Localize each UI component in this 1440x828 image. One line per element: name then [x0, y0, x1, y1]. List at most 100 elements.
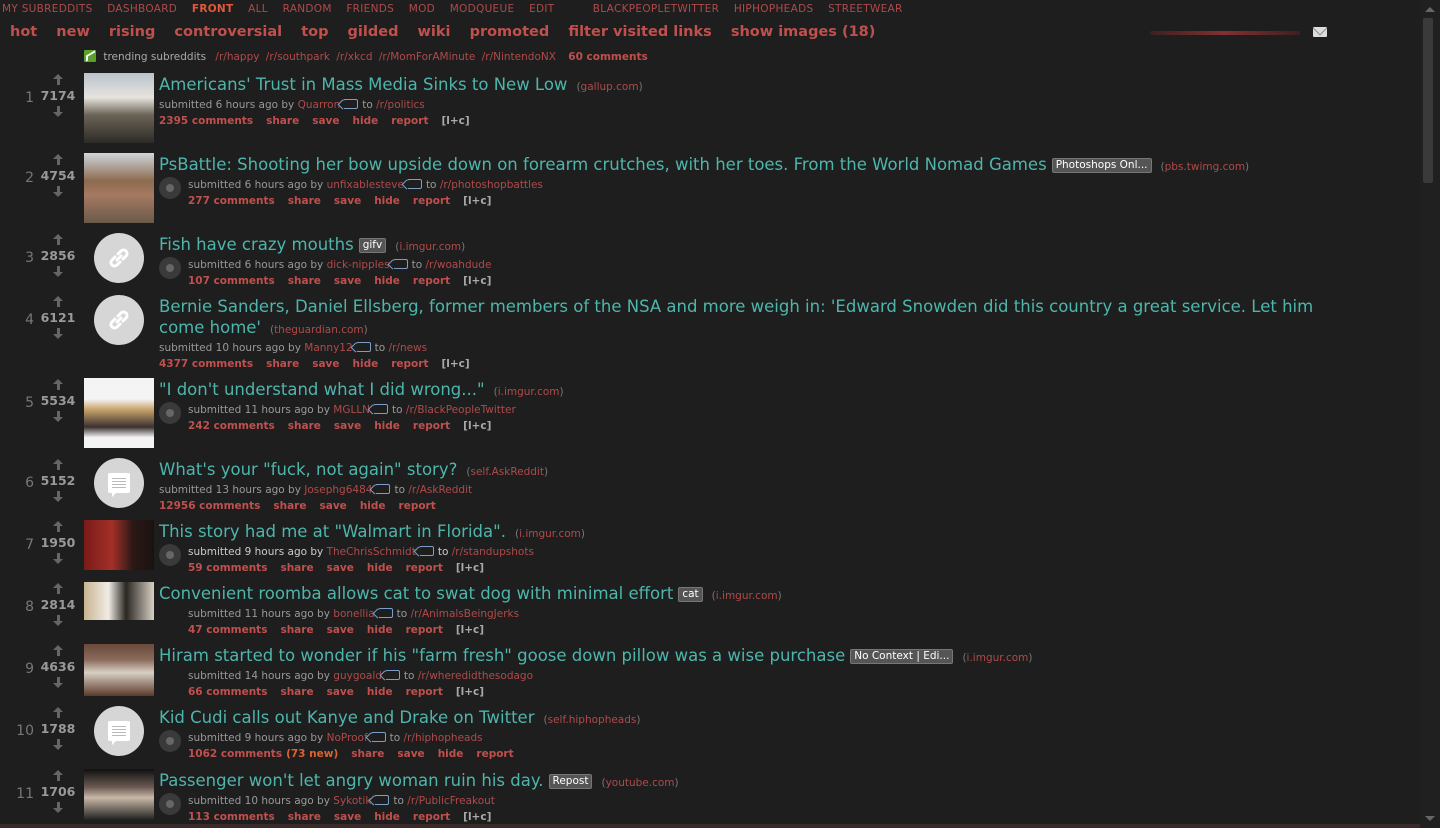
save-button[interactable]: save: [334, 420, 361, 432]
user-tag-icon[interactable]: [392, 259, 408, 269]
hide-button[interactable]: hide: [438, 748, 464, 760]
comments-link[interactable]: 66 comments: [188, 686, 267, 698]
post-subreddit-link[interactable]: /r/woahdude: [425, 259, 491, 271]
post-title-link[interactable]: Americans' Trust in Mass Media Sinks to …: [159, 75, 567, 94]
upvote-arrow-icon[interactable]: [52, 296, 64, 307]
topbar-sub-blackpeopletwitter[interactable]: BLACKPEOPLETWITTER: [593, 3, 719, 15]
share-button[interactable]: share: [266, 358, 299, 370]
share-button[interactable]: share: [266, 115, 299, 127]
hide-button[interactable]: hide: [367, 624, 393, 636]
upvote-arrow-icon[interactable]: [52, 770, 64, 781]
post-author-link[interactable]: bonellia: [333, 608, 374, 620]
post-author-link[interactable]: Manny12: [304, 342, 352, 354]
report-button[interactable]: report: [413, 811, 450, 823]
expando-button[interactable]: [l+c]: [456, 624, 484, 636]
topbar-sub-hiphopheads[interactable]: HIPHOPHEADS: [734, 3, 814, 15]
user-tag-icon[interactable]: [377, 608, 393, 618]
downvote-arrow-icon[interactable]: [52, 739, 64, 750]
post-thumbnail[interactable]: [84, 644, 154, 696]
post-author-link[interactable]: TheChrisSchmidt: [327, 546, 416, 558]
report-button[interactable]: report: [413, 195, 450, 207]
tab-wiki[interactable]: wiki: [418, 24, 451, 40]
hide-button[interactable]: hide: [374, 275, 400, 287]
user-tag-icon[interactable]: [406, 179, 422, 189]
user-tag-icon[interactable]: [384, 670, 400, 680]
user-tag-icon[interactable]: [373, 404, 389, 414]
report-button[interactable]: report: [391, 115, 428, 127]
report-button[interactable]: report: [406, 686, 443, 698]
topbar-all[interactable]: ALL: [248, 3, 268, 15]
scroll-thumb[interactable]: [1423, 18, 1433, 183]
trending-sub-link[interactable]: /r/xkcd: [336, 51, 372, 63]
tab-new[interactable]: new: [56, 24, 90, 40]
expando-button[interactable]: [l+c]: [463, 195, 491, 207]
scroll-down-arrow-icon[interactable]: [1425, 816, 1435, 821]
mail-icon[interactable]: [1313, 27, 1327, 37]
hide-button[interactable]: hide: [353, 358, 379, 370]
downvote-arrow-icon[interactable]: [52, 615, 64, 626]
self-thumbnail[interactable]: [94, 706, 144, 756]
post-author-link[interactable]: guygoald: [333, 670, 382, 682]
post-title-link[interactable]: PsBattle: Shooting her bow upside down o…: [159, 155, 1047, 174]
post-thumbnail[interactable]: [84, 582, 154, 620]
hide-button[interactable]: hide: [374, 195, 400, 207]
report-button[interactable]: report: [391, 358, 428, 370]
share-button[interactable]: share: [280, 562, 313, 574]
comments-link[interactable]: 2395 comments: [159, 115, 253, 127]
hide-button[interactable]: hide: [374, 420, 400, 432]
post-author-link[interactable]: dick-nipples: [327, 259, 390, 271]
post-title-link[interactable]: Hiram started to wonder if his "farm fre…: [159, 646, 845, 665]
post-thumbnail[interactable]: [84, 378, 154, 448]
tab-gilded[interactable]: gilded: [348, 24, 399, 40]
post-title-link[interactable]: Kid Cudi calls out Kanye and Drake on Tw…: [159, 708, 534, 727]
post-subreddit-link[interactable]: /r/hiphopheads: [404, 732, 483, 744]
new-comments-count[interactable]: (73 new): [286, 748, 338, 760]
user-tag-icon[interactable]: [370, 732, 386, 742]
topbar-edit[interactable]: EDIT: [529, 3, 554, 15]
post-thumbnail[interactable]: [84, 73, 154, 143]
save-button[interactable]: save: [334, 195, 361, 207]
user-tag-icon[interactable]: [418, 546, 434, 556]
downvote-arrow-icon[interactable]: [52, 266, 64, 277]
report-button[interactable]: report: [406, 562, 443, 574]
comments-link[interactable]: 113 comments: [188, 811, 275, 823]
tab-controversial[interactable]: controversial: [174, 24, 282, 40]
post-subreddit-link[interactable]: /r/politics: [376, 99, 425, 111]
save-button[interactable]: save: [327, 562, 354, 574]
share-button[interactable]: share: [288, 195, 321, 207]
topbar-friends[interactable]: FRIENDS: [346, 3, 394, 15]
downvote-arrow-icon[interactable]: [52, 677, 64, 688]
username-redacted[interactable]: [1150, 31, 1300, 35]
share-button[interactable]: share: [288, 811, 321, 823]
upvote-arrow-icon[interactable]: [52, 74, 64, 85]
expando-button[interactable]: [l+c]: [441, 115, 469, 127]
topbar-sub-streetwear[interactable]: STREETWEAR: [828, 3, 903, 15]
trending-sub-link[interactable]: /r/MomForAMinute: [379, 51, 476, 63]
expando-button[interactable]: [l+c]: [456, 562, 484, 574]
trending-sub-link[interactable]: /r/southpark: [266, 51, 330, 63]
upvote-arrow-icon[interactable]: [52, 154, 64, 165]
report-button[interactable]: report: [406, 624, 443, 636]
trending-sub-link[interactable]: /r/happy: [215, 51, 259, 63]
upvote-arrow-icon[interactable]: [52, 234, 64, 245]
comments-link[interactable]: 242 comments: [188, 420, 275, 432]
post-subreddit-link[interactable]: /r/wheredidthesodago: [418, 670, 533, 682]
hide-button[interactable]: hide: [367, 686, 393, 698]
post-thumbnail[interactable]: [84, 153, 154, 223]
topbar-modqueue[interactable]: MODQUEUE: [450, 3, 515, 15]
post-subreddit-link[interactable]: /r/PublicFreakout: [407, 795, 495, 807]
topbar-my-subreddits[interactable]: MY SUBREDDITS: [2, 3, 93, 15]
user-tag-icon[interactable]: [374, 795, 390, 805]
post-thumbnail[interactable]: [84, 769, 154, 821]
upvote-arrow-icon[interactable]: [52, 521, 64, 532]
post-title-link[interactable]: What's your "fuck, not again" story?: [159, 460, 457, 479]
expando-button[interactable]: [l+c]: [463, 275, 491, 287]
post-author-link[interactable]: NoProof: [327, 732, 368, 744]
save-button[interactable]: save: [327, 686, 354, 698]
expando-button[interactable]: [l+c]: [441, 358, 469, 370]
hide-button[interactable]: hide: [353, 115, 379, 127]
downvote-arrow-icon[interactable]: [52, 802, 64, 813]
trending-comments-link[interactable]: 60 comments: [568, 51, 647, 63]
post-author-link[interactable]: unfixablesteve: [327, 179, 404, 191]
hide-button[interactable]: hide: [367, 562, 393, 574]
